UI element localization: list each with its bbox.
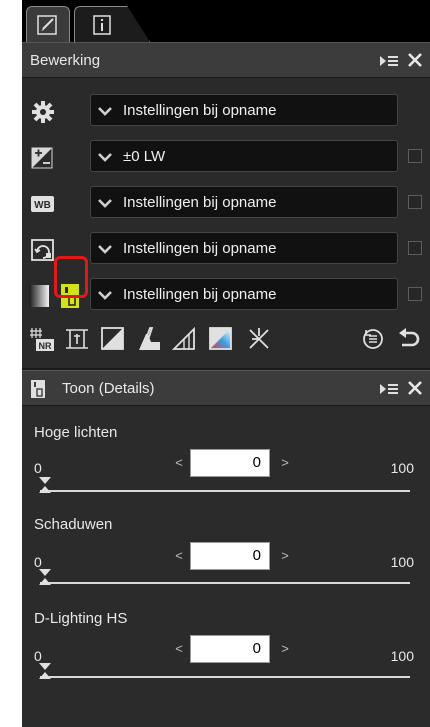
shadows-value-input[interactable]: 0 bbox=[190, 542, 270, 570]
slider-track[interactable] bbox=[40, 490, 410, 492]
edit-pencil-icon bbox=[37, 14, 57, 35]
tone-details-checkbox[interactable] bbox=[408, 287, 422, 301]
white-balance-icon[interactable]: WB bbox=[30, 191, 56, 217]
slider-label: Schaduwen bbox=[34, 516, 113, 533]
slider-max: 100 bbox=[390, 460, 414, 476]
tone-details-dropdown[interactable]: Instellingen bij opname bbox=[90, 278, 398, 310]
tab-info[interactable] bbox=[74, 6, 150, 42]
slider-thumb[interactable] bbox=[38, 662, 52, 680]
increment-button[interactable]: > bbox=[278, 642, 292, 656]
crop-straighten-icon[interactable] bbox=[64, 326, 90, 352]
toon-panel-title: Toon (Details) bbox=[62, 379, 155, 397]
noise-reduction-icon[interactable]: NR bbox=[28, 326, 54, 352]
perspective-icon[interactable] bbox=[172, 326, 198, 352]
increment-button[interactable]: > bbox=[278, 456, 292, 470]
close-icon[interactable] bbox=[406, 379, 424, 397]
retouch-brush-icon[interactable] bbox=[246, 326, 272, 352]
slider-label: D-Lighting HS bbox=[34, 610, 128, 627]
tone-details-icon bbox=[31, 380, 45, 398]
slider-label: Hoge lichten bbox=[34, 424, 118, 441]
dropdown-value: Instellingen bij opname bbox=[123, 240, 277, 257]
color-booster-icon[interactable] bbox=[136, 326, 162, 352]
close-icon[interactable] bbox=[406, 51, 424, 69]
dropdown-value: ±0 LW bbox=[123, 148, 166, 165]
lch-icon[interactable] bbox=[208, 326, 234, 352]
dropdown-value: Instellingen bij opname bbox=[123, 102, 277, 119]
slider-thumb[interactable] bbox=[38, 476, 52, 494]
gear-icon[interactable] bbox=[30, 99, 56, 125]
slider-thumb[interactable] bbox=[38, 568, 52, 586]
edit-row-camera-settings: Instellingen bij opname bbox=[22, 90, 430, 134]
highlights-value-input[interactable]: 0 bbox=[190, 449, 270, 477]
toon-panel-body: Hoge lichten 0 < 0 > 100 Schaduwen 0 < 0… bbox=[22, 406, 430, 727]
chevron-down-icon bbox=[98, 245, 112, 254]
camera-settings-dropdown[interactable]: Instellingen bij opname bbox=[90, 94, 398, 126]
levels-curves-icon[interactable] bbox=[100, 326, 126, 352]
panel-menu-icon[interactable] bbox=[378, 380, 400, 398]
chevron-down-icon bbox=[98, 107, 112, 116]
slider-min: 0 bbox=[34, 460, 42, 476]
chevron-down-icon bbox=[98, 153, 112, 162]
increment-button[interactable]: > bbox=[278, 549, 292, 563]
white-balance-checkbox[interactable] bbox=[408, 195, 422, 209]
edit-row-white-balance: WB Instellingen bij opname bbox=[22, 182, 430, 226]
dropdown-value: Instellingen bij opname bbox=[123, 194, 277, 211]
history-icon[interactable] bbox=[360, 326, 386, 352]
tab-strip bbox=[22, 0, 430, 42]
slider-max: 100 bbox=[390, 554, 414, 570]
edit-row-exposure: ±0 LW bbox=[22, 136, 430, 180]
decrement-button[interactable]: < bbox=[172, 642, 186, 656]
highlight-box bbox=[54, 256, 88, 298]
edit-panel-title: Bewerking bbox=[30, 51, 101, 69]
picture-control-checkbox[interactable] bbox=[408, 241, 422, 255]
panel-menu-icon[interactable] bbox=[378, 52, 400, 70]
exposure-compensation-icon[interactable] bbox=[30, 145, 56, 171]
decrement-button[interactable]: < bbox=[172, 549, 186, 563]
tool-row: NR bbox=[22, 318, 430, 358]
slider-max: 100 bbox=[390, 648, 414, 664]
decrement-button[interactable]: < bbox=[172, 456, 186, 470]
white-balance-dropdown[interactable]: Instellingen bij opname bbox=[90, 186, 398, 218]
toon-panel-header: Toon (Details) bbox=[22, 370, 430, 406]
chevron-down-icon bbox=[98, 291, 112, 300]
exposure-checkbox[interactable] bbox=[408, 149, 422, 163]
svg-text:NR: NR bbox=[39, 341, 52, 351]
picture-control-icon[interactable] bbox=[30, 237, 56, 263]
slider-track[interactable] bbox=[40, 582, 410, 584]
info-icon bbox=[93, 14, 111, 35]
edit-palette: Bewerking Instellingen bij opname ±0 LW … bbox=[22, 0, 430, 727]
slider-track[interactable] bbox=[40, 676, 410, 678]
d-lighting-value-input[interactable]: 0 bbox=[190, 635, 270, 663]
edit-panel-body: Instellingen bij opname ±0 LW WB Instell… bbox=[22, 78, 430, 368]
tab-edit[interactable] bbox=[26, 6, 70, 42]
edit-panel-header: Bewerking bbox=[22, 42, 430, 78]
exposure-dropdown[interactable]: ±0 LW bbox=[90, 140, 398, 172]
dropdown-value: Instellingen bij opname bbox=[123, 286, 277, 303]
gradient-swatch-icon bbox=[29, 285, 49, 307]
svg-text:WB: WB bbox=[34, 200, 51, 211]
chevron-down-icon bbox=[98, 199, 112, 208]
undo-icon[interactable] bbox=[396, 326, 422, 352]
picture-control-dropdown[interactable]: Instellingen bij opname bbox=[90, 232, 398, 264]
